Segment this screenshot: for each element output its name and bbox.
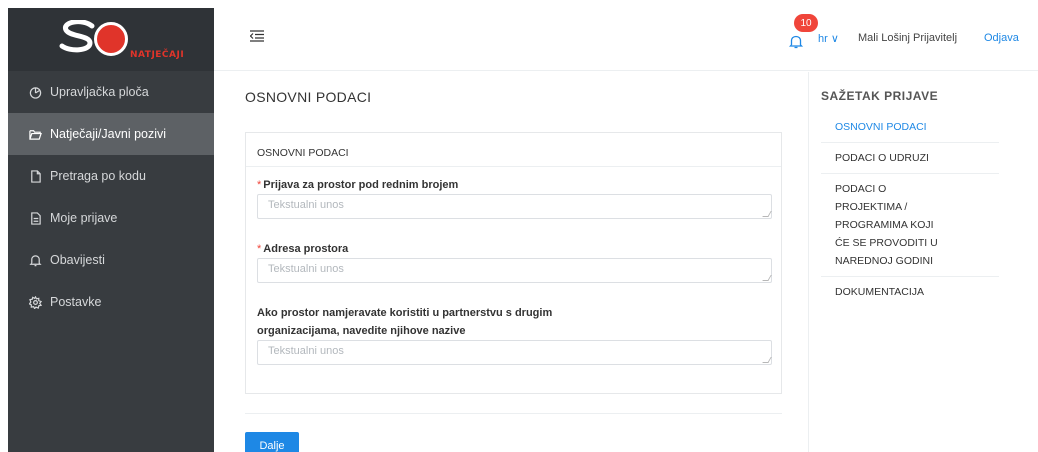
notification-count-badge[interactable]: 10: [794, 14, 818, 32]
summary-nav: OSNOVNI PODACI PODACI O UDRUZI PODACI O …: [821, 112, 999, 307]
language-selector[interactable]: hr ∨: [818, 32, 839, 45]
vertical-divider: [808, 72, 809, 452]
sidebar-item-notifications[interactable]: Obavijesti: [8, 239, 214, 281]
folder-open-icon: [28, 127, 42, 141]
sidebar-item-search-by-code[interactable]: Pretraga po kodu: [8, 155, 214, 197]
basic-data-card: OSNOVNI PODACI * Prijava za prostor pod r…: [245, 132, 782, 394]
sidebar-item-label: Postavke: [50, 295, 102, 309]
field-label-partners: Ako prostor namjeravate koristiti u part…: [257, 307, 553, 337]
field-label-text: Adresa prostora: [263, 243, 349, 255]
required-marker: *: [257, 243, 262, 255]
sidebar-item-dashboard[interactable]: Upravljačka ploča: [8, 71, 214, 113]
sidebar-item-my-applications[interactable]: Moje prijave: [8, 197, 214, 239]
logout-link[interactable]: Odjava: [984, 32, 1019, 44]
sidebar-item-label: Pretraga po kodu: [50, 169, 146, 183]
partners-input[interactable]: [257, 340, 772, 365]
menu-collapse-icon[interactable]: [250, 30, 264, 42]
next-button[interactable]: Dalje: [245, 432, 299, 452]
required-marker: *: [257, 179, 262, 191]
sidebar-item-label: Obavijesti: [50, 253, 105, 267]
notification-bell-icon[interactable]: [788, 34, 804, 50]
sidebar-item-competitions[interactable]: Natječaji/Javni pozivi: [8, 113, 214, 155]
summary-item-basic-data[interactable]: OSNOVNI PODACI: [821, 112, 999, 143]
logo-subtitle: NATJEČAJI: [130, 50, 185, 60]
summary-item-documentation[interactable]: DOKUMENTACIJA: [821, 277, 999, 307]
app-logo[interactable]: NATJEČAJI: [8, 8, 214, 71]
sidebar-item-label: Moje prijave: [50, 211, 118, 225]
summary-item-association-data[interactable]: PODACI O UDRUZI: [821, 143, 999, 174]
field-label-space-number: * Prijava za prostor pod rednim brojem: [257, 176, 458, 194]
bell-icon: [28, 253, 42, 267]
logo-s-icon: [59, 20, 95, 53]
page-title: OSNOVNI PODACI: [245, 89, 372, 105]
document-icon: [28, 169, 42, 183]
divider: [245, 413, 782, 414]
logo-fish-icon: [94, 22, 128, 56]
user-name[interactable]: Mali Lošinj Prijavitelj: [858, 32, 957, 44]
sidebar-item-label: Upravljačka ploča: [50, 85, 149, 99]
sidebar: NATJEČAJI Upravljačka ploča Natječaji/Ja…: [8, 8, 214, 452]
sidebar-item-settings[interactable]: Postavke: [8, 281, 214, 323]
space-address-input[interactable]: [257, 258, 772, 283]
sidebar-nav: Upravljačka ploča Natječaji/Javni pozivi…: [8, 71, 214, 323]
divider: [246, 166, 781, 167]
sidebar-item-label: Natječaji/Javni pozivi: [50, 127, 167, 141]
space-number-input[interactable]: [257, 194, 772, 219]
field-label-space-address: * Adresa prostora: [257, 240, 348, 258]
card-title: OSNOVNI PODACI: [257, 147, 349, 159]
field-label-text: Prijava za prostor pod rednim brojem: [263, 179, 459, 191]
dashboard-icon: [28, 85, 42, 99]
gear-icon: [28, 295, 42, 309]
top-bar: 10 hr ∨ Mali Lošinj Prijavitelj Odjava: [214, 8, 1038, 71]
summary-item-projects-data[interactable]: PODACI O PROJEKTIMA / PROGRAMIMA KOJI ĆE…: [821, 174, 999, 277]
document-list-icon: [28, 211, 42, 225]
summary-title: SAŽETAK PRIJAVE: [821, 89, 939, 103]
